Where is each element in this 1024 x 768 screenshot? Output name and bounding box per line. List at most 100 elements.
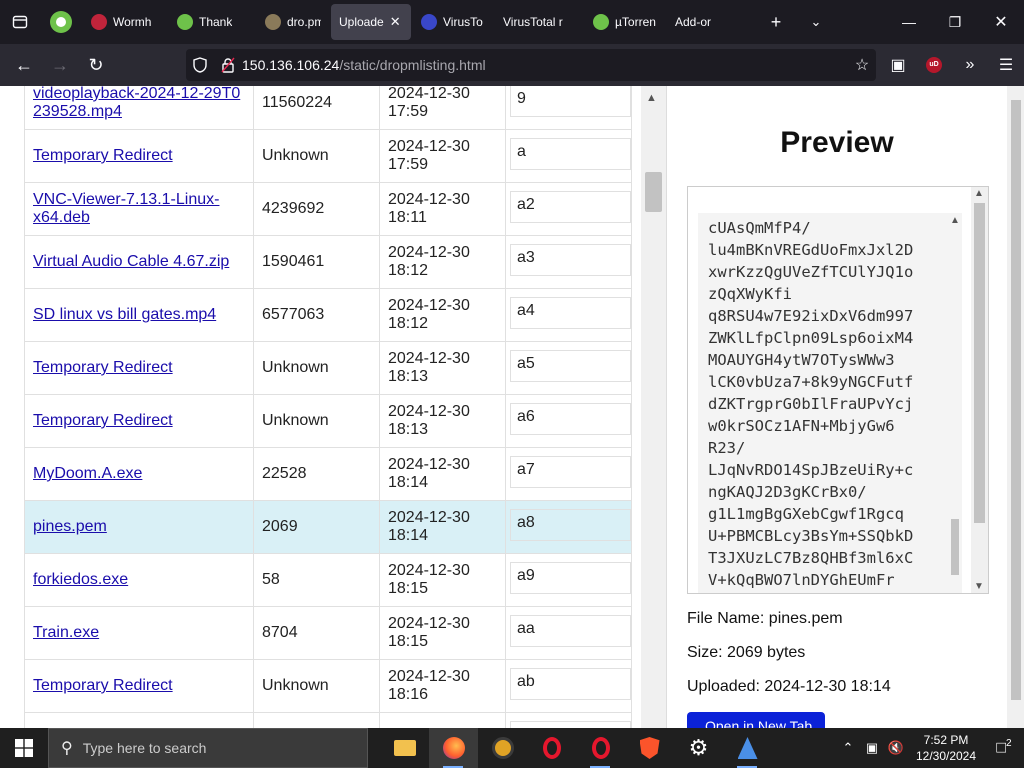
lock-insecure-icon[interactable] [214,49,242,81]
chevron-up-icon[interactable]: ⌃ [836,740,860,756]
file-name-cell: Temporary Redirect [24,129,254,183]
file-name-cell: Temporary Redirect [24,394,254,448]
forward-button[interactable]: → [42,49,78,81]
taskbar-app-lion[interactable] [478,728,527,768]
preview-frame-scrollbar-thumb[interactable] [974,203,985,523]
table-row[interactable]: pines.pem 2069 2024-12-30 18:14 a8 [24,500,632,554]
file-name-cell: Temporary Redirect [24,659,254,713]
table-row[interactable]: 2024-12-30 ac [24,712,632,728]
tab-3[interactable]: Uploade ✕ [331,4,411,40]
file-link[interactable]: videoplayback-2024-12-29T0 239528.mp4 [33,86,240,120]
table-row[interactable]: videoplayback-2024-12-29T0 239528.mp4 115… [24,86,632,130]
file-link[interactable]: Temporary Redirect [33,412,173,429]
file-size-cell: Unknown [253,394,380,448]
preview-frame-scrollbar[interactable]: ▲ ▼ [971,187,988,593]
url-text[interactable]: 150.136.106.24/static/dropmlisting.html [242,57,486,73]
file-link[interactable]: Temporary Redirect [33,147,173,164]
file-id: ac [510,721,631,728]
file-id-cell: aa [505,606,632,660]
table-row[interactable]: Train.exe 8704 2024-12-30 18:15 aa [24,606,632,660]
file-id: a4 [510,297,631,329]
preview-uploaded: Uploaded: 2024-12-30 18:14 [687,678,891,695]
file-link[interactable]: VNC-Viewer-7.13.1-Linux-x64.deb [33,191,219,226]
table-row[interactable]: MyDoom.A.exe 22528 2024-12-30 18:14 a7 [24,447,632,501]
firefox-view-button[interactable] [0,0,40,44]
file-link[interactable]: MyDoom.A.exe [33,465,142,482]
app-menu-button[interactable]: ☰ [988,44,1024,86]
table-row[interactable]: Temporary Redirect Unknown 2024-12-30 17:59… [24,129,632,183]
file-date-cell: 2024-12-30 18:12 [379,288,506,342]
tab-6[interactable]: µTorren [585,4,665,40]
preview-content-scrollbar-thumb[interactable] [951,519,959,575]
preview-title: Preview [780,126,894,159]
speaker-muted-icon[interactable]: 🔇 [884,740,908,756]
extensions-button[interactable]: ▣ [880,44,916,86]
tab-label: Wormh [113,15,152,29]
page-scrollbar-thumb[interactable] [1011,100,1021,700]
taskbar-app-blue[interactable] [723,728,772,768]
table-row[interactable]: SD linux vs bill gates.mp4 6577063 2024-12… [24,288,632,342]
table-row[interactable]: forkiedos.exe 58 2024-12-30 18:15 a9 [24,553,632,607]
table-row[interactable]: Temporary Redirect Unknown 2024-12-30 18:13… [24,394,632,448]
tab-2[interactable]: dro.pm [257,4,329,40]
taskbar-opera-gx[interactable] [576,728,625,768]
maximize-button[interactable]: ❐ [932,0,978,44]
file-id: a7 [510,456,631,488]
tab-7[interactable]: Add-or [667,4,751,40]
file-size-cell: 11560224 [253,86,380,130]
file-link[interactable]: Temporary Redirect [33,677,173,694]
preview-file-size: Size: 2069 bytes [687,644,806,661]
table-row[interactable]: Temporary Redirect Unknown 2024-12-30 18:13… [24,341,632,395]
taskbar-file-explorer[interactable] [380,728,429,768]
file-date-cell: 2024-12-30 18:12 [379,235,506,289]
start-button[interactable] [0,728,48,768]
taskbar-clock[interactable]: 7:52 PM 12/30/2024 [908,732,984,764]
taskbar-settings[interactable]: ⚙ [674,728,723,768]
file-link[interactable]: pines.pem [33,518,107,535]
bookmark-star-button[interactable]: ☆ [844,44,880,86]
tab-1[interactable]: Thank [169,4,255,40]
tab-0[interactable]: Wormh [83,4,167,40]
tab-4[interactable]: VirusTo [413,4,493,40]
ublock-button[interactable]: uD [916,44,952,86]
taskbar-search-box[interactable]: ⚲ Type here to search [48,728,368,768]
page-scrollbar[interactable] [1007,86,1024,728]
minimize-button[interactable]: — [886,0,932,44]
tab-home[interactable] [41,4,81,40]
open-in-new-tab-button[interactable]: Open in New Tab [687,712,825,728]
file-link[interactable]: Temporary Redirect [33,359,173,376]
table-row[interactable]: Virtual Audio Cable 4.67.zip 1590461 2024-… [24,235,632,289]
back-button[interactable]: ← [6,49,42,81]
notification-center-button[interactable]: □2 [984,738,1024,757]
file-id: a5 [510,350,631,382]
shield-icon[interactable] [186,49,214,81]
list-all-tabs-button[interactable]: ⌄ [796,0,836,44]
more-tools-button[interactable]: » [952,44,988,86]
table-row[interactable]: VNC-Viewer-7.13.1-Linux-x64.deb 4239692 20… [24,182,632,236]
close-window-button[interactable]: ✕ [978,0,1024,44]
taskbar-opera[interactable] [527,728,576,768]
close-tab-icon[interactable]: ✕ [390,14,401,30]
file-link[interactable]: forkiedos.exe [33,571,128,588]
url-bar[interactable]: 150.136.106.24/static/dropmlisting.html [186,49,876,81]
listing-scrollbar[interactable]: ▲ [641,86,666,728]
table-row[interactable]: Temporary Redirect Unknown 2024-12-30 18:16… [24,659,632,713]
tab-label: VirusTotal r [503,15,563,29]
tab-5[interactable]: VirusTotal r [495,4,583,40]
new-tab-button[interactable]: + [756,0,796,44]
file-id-cell: ab [505,659,632,713]
reload-button[interactable]: ↻ [78,49,114,81]
network-icon[interactable]: ▣ [860,740,884,756]
taskbar-brave[interactable] [625,728,674,768]
file-date: 2024-12-30 [388,403,470,420]
firefox-view-icon [12,15,28,29]
file-link[interactable]: Train.exe [33,624,99,641]
listing-scrollbar-thumb[interactable] [645,172,662,212]
file-link[interactable]: Virtual Audio Cable 4.67.zip [33,253,229,270]
taskbar-firefox[interactable] [429,728,478,768]
file-link[interactable]: SD linux vs bill gates.mp4 [33,306,216,323]
system-tray: ⌃ ▣ 🔇 7:52 PM 12/30/2024 □2 [836,728,1024,768]
file-name-cell: MyDoom.A.exe [24,447,254,501]
file-time: 17:59 [388,103,429,120]
preview-content-scrollbar[interactable]: ▲ [948,213,962,593]
